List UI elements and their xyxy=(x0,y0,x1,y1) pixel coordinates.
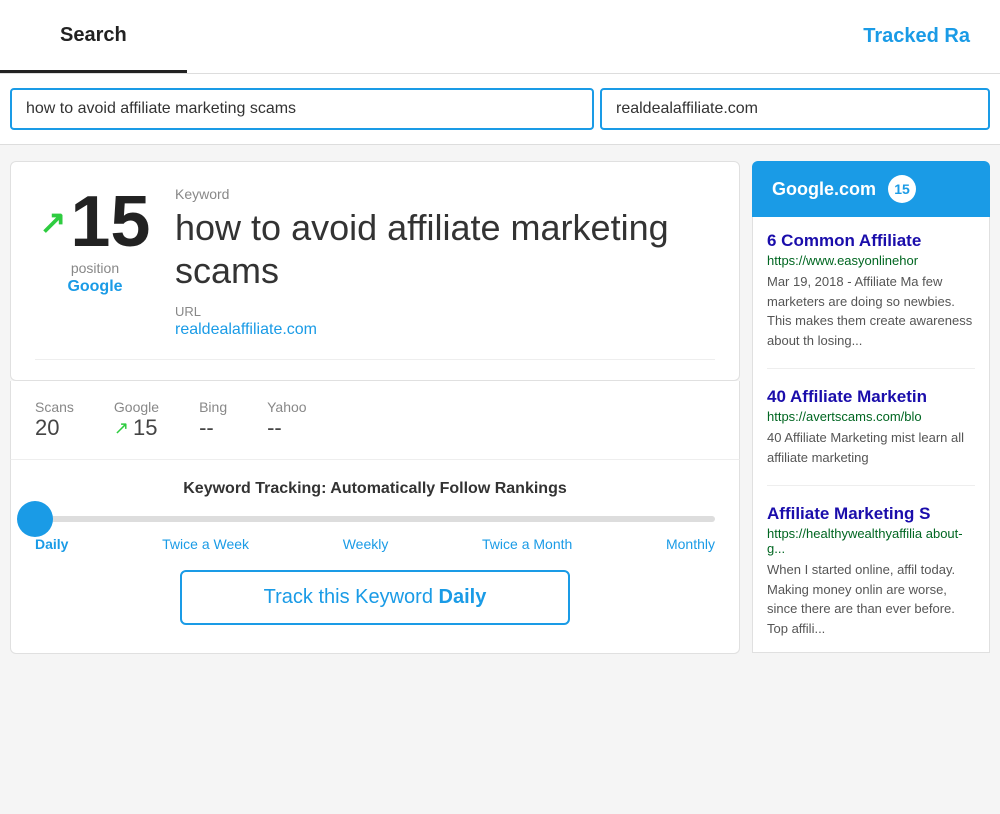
right-panel: Google.com 15 6 Common Affiliate https:/… xyxy=(752,161,990,654)
google-value: ↗ 15 xyxy=(114,415,159,441)
freq-label-weekly[interactable]: Weekly xyxy=(343,536,389,552)
url-label: URL xyxy=(175,304,715,319)
search-bar xyxy=(0,74,1000,145)
serp-result-1-url: https://www.easyonlinehor xyxy=(767,253,975,268)
freq-label-daily[interactable]: Daily xyxy=(35,536,68,552)
frequency-slider[interactable] xyxy=(35,516,715,522)
freq-labels: Daily Twice a Week Weekly Twice a Month … xyxy=(35,536,715,552)
header: Search Tracked Ra xyxy=(0,0,1000,74)
scans-value: 20 xyxy=(35,415,74,441)
tracking-label: Keyword Tracking: Automatically Follow R… xyxy=(35,480,715,498)
serp-result-1-title[interactable]: 6 Common Affiliate xyxy=(767,231,975,251)
serp-result-2: 40 Affiliate Marketin https://avertscams… xyxy=(767,387,975,467)
yahoo-label: Yahoo xyxy=(267,399,306,415)
keyword-card-top: ↗ 15 position Google Keyword how to avoi… xyxy=(35,186,715,360)
serp-divider-2 xyxy=(767,485,975,486)
arrow-up-icon: ↗ xyxy=(40,206,67,238)
engine-label: Google xyxy=(67,278,122,296)
keyword-card: ↗ 15 position Google Keyword how to avoi… xyxy=(10,161,740,381)
stats-row: Scans 20 Google ↗ 15 Bing -- Yahoo -- xyxy=(10,381,740,460)
stat-scans: Scans 20 xyxy=(35,399,74,441)
stat-yahoo: Yahoo -- xyxy=(267,399,306,441)
tab-search[interactable]: Search xyxy=(0,0,187,73)
serp-count-badge: 15 xyxy=(888,175,916,203)
serp-divider-1 xyxy=(767,368,975,369)
tracking-section: Keyword Tracking: Automatically Follow R… xyxy=(10,460,740,654)
yahoo-value: -- xyxy=(267,415,306,441)
scans-label: Scans xyxy=(35,399,74,415)
position-block: ↗ 15 position Google xyxy=(35,186,155,296)
serp-result-1: 6 Common Affiliate https://www.easyonlin… xyxy=(767,231,975,350)
main-content: ↗ 15 position Google Keyword how to avoi… xyxy=(0,145,1000,670)
search-input[interactable] xyxy=(10,88,594,130)
track-btn-label-bold: Daily xyxy=(439,586,487,608)
freq-thumb[interactable] xyxy=(17,501,53,537)
serp-header: Google.com 15 xyxy=(752,161,990,217)
freq-label-monthly[interactable]: Monthly xyxy=(666,536,715,552)
keyword-title: how to avoid affiliate marketing scams xyxy=(175,206,715,292)
arrow-num: ↗ 15 xyxy=(40,186,151,258)
serp-result-1-desc: Mar 19, 2018 - Affiliate Ma few marketer… xyxy=(767,272,975,350)
url-link[interactable]: realdealaffiliate.com xyxy=(175,321,317,338)
position-label: position xyxy=(71,260,119,276)
serp-engine-label: Google.com xyxy=(772,179,876,200)
google-arrow-icon: ↗ xyxy=(114,418,129,439)
google-label: Google xyxy=(114,399,159,415)
tracking-label-prefix: Keyword Tracking xyxy=(183,480,321,497)
stat-bing: Bing -- xyxy=(199,399,227,441)
keyword-section-label: Keyword xyxy=(175,186,715,202)
left-panel: ↗ 15 position Google Keyword how to avoi… xyxy=(10,161,740,654)
serp-result-2-title[interactable]: 40 Affiliate Marketin xyxy=(767,387,975,407)
position-number: 15 xyxy=(70,186,150,258)
tab-tracked[interactable]: Tracked Ra xyxy=(833,0,1000,73)
google-num: 15 xyxy=(133,415,157,441)
freq-track xyxy=(35,516,715,522)
bing-label: Bing xyxy=(199,399,227,415)
stat-google: Google ↗ 15 xyxy=(114,399,159,441)
serp-result-3: Affiliate Marketing S https://healthywea… xyxy=(767,504,975,638)
bing-value: -- xyxy=(199,415,227,441)
serp-result-3-title[interactable]: Affiliate Marketing S xyxy=(767,504,975,524)
serp-results: 6 Common Affiliate https://www.easyonlin… xyxy=(752,217,990,653)
serp-result-3-url: https://healthywealthyaffilia about-g... xyxy=(767,526,975,556)
serp-result-2-url: https://avertscams.com/blo xyxy=(767,409,975,424)
freq-label-twice-week[interactable]: Twice a Week xyxy=(162,536,249,552)
keyword-details: Keyword how to avoid affiliate marketing… xyxy=(175,186,715,339)
serp-result-2-desc: 40 Affiliate Marketing mist learn all af… xyxy=(767,428,975,467)
tracking-label-suffix: : Automatically Follow Rankings xyxy=(321,480,567,497)
track-btn-label-normal: Track this Keyword xyxy=(264,586,439,608)
freq-label-twice-month[interactable]: Twice a Month xyxy=(482,536,572,552)
track-keyword-button[interactable]: Track this Keyword Daily xyxy=(180,570,570,625)
serp-result-3-desc: When I started online, affil today. Maki… xyxy=(767,560,975,638)
domain-input[interactable] xyxy=(600,88,990,130)
